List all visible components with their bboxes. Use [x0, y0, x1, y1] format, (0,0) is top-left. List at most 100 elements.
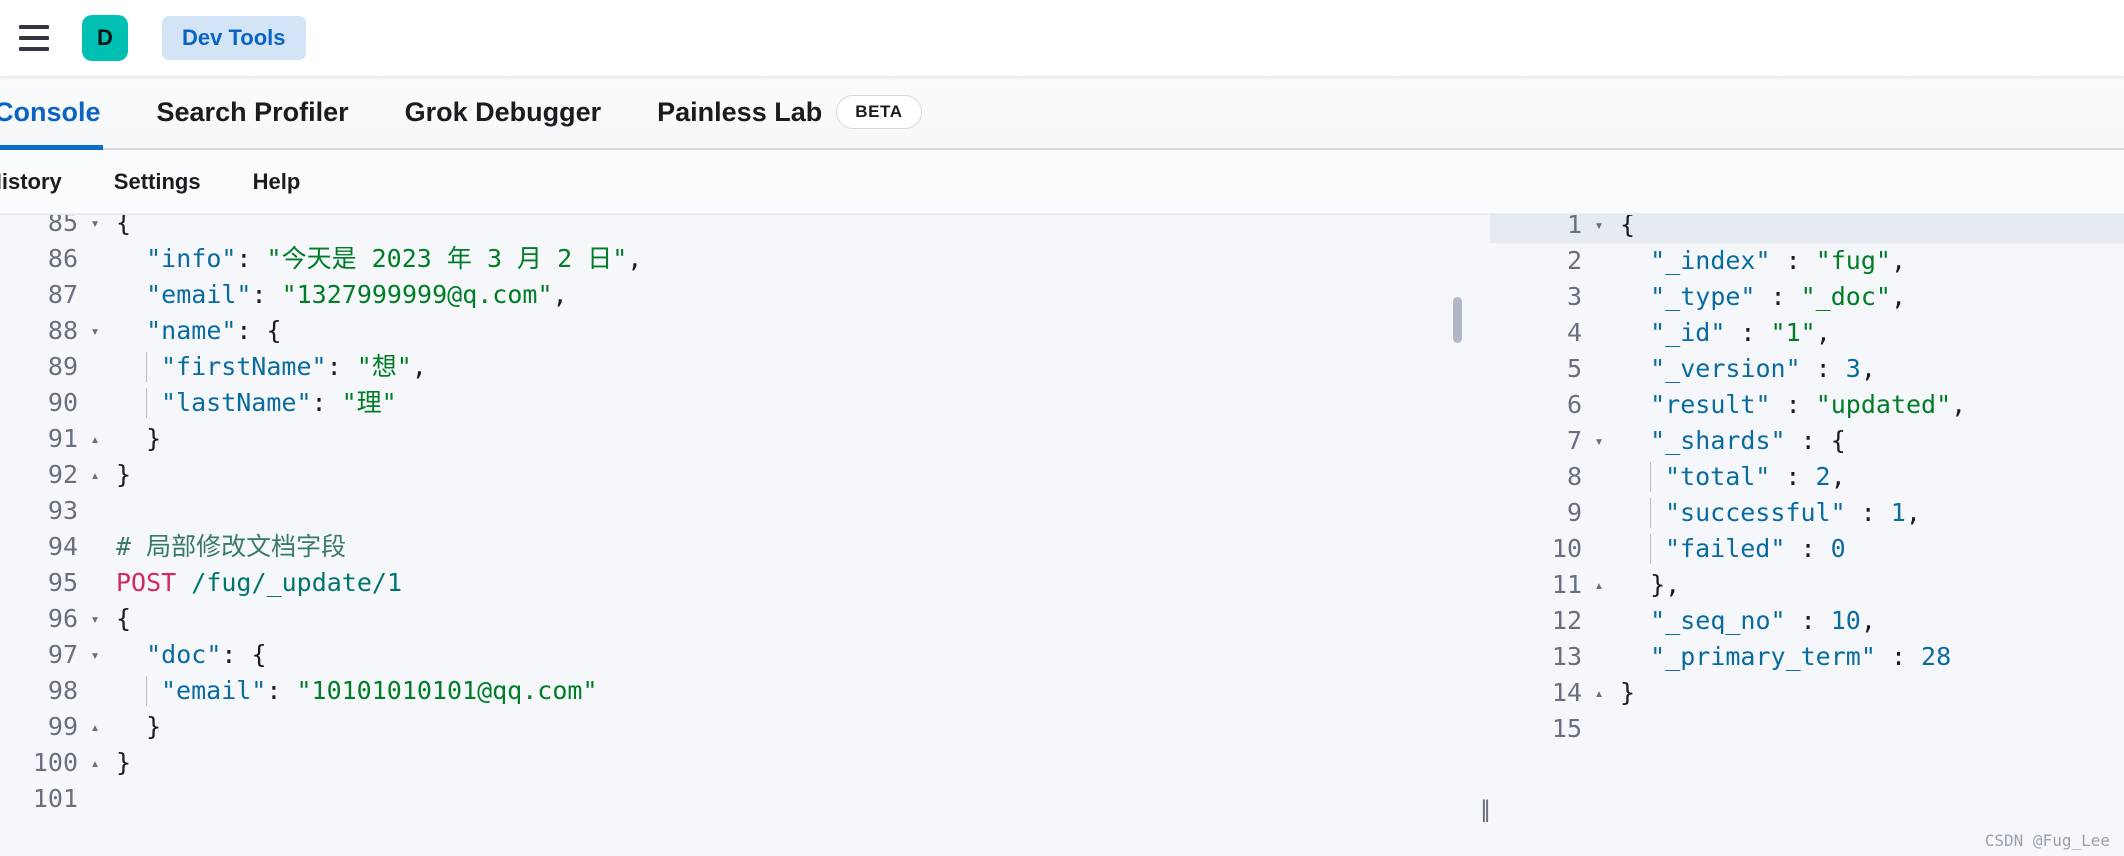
code-line[interactable]: 2 "_index" : "fug",	[1490, 243, 2124, 279]
line-number: 91	[47, 424, 78, 453]
code-line[interactable]: 6 "result" : "updated",	[1490, 387, 2124, 423]
request-scrollbar-thumb[interactable]	[1453, 297, 1462, 343]
code-text: "failed" : 0	[1610, 531, 1846, 567]
line-number: 85	[47, 215, 78, 237]
code-text: "_index" : "fug",	[1650, 246, 1907, 275]
code-line[interactable]: 88 ▾ "name": {	[0, 313, 1478, 349]
code-text: # 局部修改文档字段	[116, 532, 347, 561]
fold-toggle-icon[interactable]: ▾	[84, 637, 106, 673]
fold-toggle-icon[interactable]: ▴	[1588, 567, 1610, 603]
code-line[interactable]: 87 "email": "1327999999@q.com",	[0, 277, 1478, 313]
code-text: "lastName": "理"	[106, 385, 397, 421]
tab-search-profiler-label: Search Profiler	[156, 96, 349, 127]
code-line[interactable]: 8 "total" : 2,	[1490, 459, 2124, 495]
line-number: 3	[1566, 282, 1582, 311]
subnav-item-help[interactable]: Help	[227, 169, 327, 195]
tab-painless-lab-label: Painless Lab	[657, 96, 823, 127]
code-line[interactable]: 9 "successful" : 1,	[1490, 495, 2124, 531]
code-line[interactable]: 11 ▴ },	[1490, 567, 2124, 603]
code-line[interactable]: 1 ▾ {	[1490, 215, 2124, 243]
line-number: 4	[1566, 318, 1582, 347]
request-editor[interactable]: 85 ▾{86 "info": "今天是 2023 年 3 月 2 日", 87 "…	[0, 215, 1478, 856]
fold-toggle-icon[interactable]: ▴	[1588, 675, 1610, 711]
line-number: 2	[1566, 246, 1582, 275]
code-text: "email": "10101010101@qq.com"	[106, 673, 598, 709]
line-number: 97	[47, 640, 78, 669]
subnav-item-history[interactable]: History	[0, 169, 88, 195]
line-number: 90	[47, 388, 78, 417]
code-line[interactable]: 95 POST /fug/_update/1	[0, 565, 1478, 601]
fold-toggle-icon[interactable]: ▾	[1588, 423, 1610, 459]
line-number: 7	[1566, 426, 1582, 455]
tab-painless-lab[interactable]: Painless Lab BETA	[629, 76, 950, 148]
code-line[interactable]: 7 ▾ "_shards" : {	[1490, 423, 2124, 459]
code-text: }	[1620, 678, 1636, 707]
code-text: "_type" : "_doc",	[1650, 282, 1906, 311]
fold-toggle-icon[interactable]: ▾	[84, 215, 106, 241]
code-line[interactable]: 86 "info": "今天是 2023 年 3 月 2 日",	[0, 241, 1478, 277]
request-editor-lines: 85 ▾{86 "info": "今天是 2023 年 3 月 2 日", 87 "…	[0, 215, 1478, 817]
line-number: 6	[1566, 390, 1582, 419]
line-number: 95	[47, 568, 78, 597]
tab-grok-debugger[interactable]: Grok Debugger	[377, 76, 630, 148]
code-line[interactable]: 92 ▴}	[0, 457, 1478, 493]
fold-toggle-icon[interactable]: ▾	[84, 601, 106, 637]
code-line[interactable]: 12 "_seq_no" : 10,	[1490, 603, 2124, 639]
tab-console[interactable]: Console	[0, 76, 129, 150]
tab-search-profiler[interactable]: Search Profiler	[129, 76, 377, 148]
fold-toggle-icon[interactable]: ▴	[84, 421, 106, 457]
line-number: 15	[1551, 714, 1582, 743]
console-workspace: 85 ▾{86 "info": "今天是 2023 年 3 月 2 日", 87 "…	[0, 214, 2124, 856]
line-number: 101	[32, 784, 78, 813]
fold-toggle-icon[interactable]: ▴	[84, 745, 106, 781]
code-line[interactable]: 93	[0, 493, 1478, 529]
line-number: 13	[1551, 642, 1582, 671]
line-number: 10	[1551, 534, 1582, 563]
fold-toggle-icon[interactable]: ▾	[84, 313, 106, 349]
fold-toggle-icon[interactable]: ▾	[1588, 215, 1610, 243]
code-text: "result" : "updated",	[1650, 390, 1967, 419]
code-line[interactable]: 94 # 局部修改文档字段	[0, 529, 1478, 565]
code-line[interactable]: 91 ▴ }	[0, 421, 1478, 457]
dev-tools-console-page: D Dev Tools Console Search Profiler Grok…	[0, 0, 2124, 856]
code-text: POST /fug/_update/1	[116, 568, 402, 597]
line-number: 5	[1566, 354, 1582, 383]
line-number: 87	[47, 280, 78, 309]
code-line[interactable]: 101	[0, 781, 1478, 817]
code-line[interactable]: 99 ▴ }	[0, 709, 1478, 745]
line-number: 11	[1551, 570, 1582, 599]
code-line[interactable]: 15	[1490, 711, 2124, 747]
code-line[interactable]: 4 "_id" : "1",	[1490, 315, 2124, 351]
code-line[interactable]: 97 ▾ "doc": {	[0, 637, 1478, 673]
line-number: 100	[32, 748, 78, 777]
avatar[interactable]: D	[82, 15, 128, 61]
code-line[interactable]: 85 ▾ {	[0, 215, 1478, 241]
code-line[interactable]: 90 "lastName": "理"	[0, 385, 1478, 421]
hamburger-menu-icon[interactable]	[12, 16, 56, 60]
response-viewer[interactable]: 1 ▾{2 "_index" : "fug", 3 "_type" : "_doc"…	[1490, 215, 2124, 856]
line-number: 9	[1566, 498, 1582, 527]
code-line[interactable]: 96 ▾ {	[0, 601, 1478, 637]
code-text: {	[116, 604, 132, 633]
code-text: "email": "1327999999@q.com",	[146, 280, 568, 309]
code-line[interactable]: 3 "_type" : "_doc",	[1490, 279, 2124, 315]
code-line[interactable]: 5 "_version" : 3,	[1490, 351, 2124, 387]
fold-toggle-icon[interactable]: ▴	[84, 709, 106, 745]
tab-console-label: Console	[0, 96, 101, 127]
code-text: "info": "今天是 2023 年 3 月 2 日",	[146, 244, 643, 273]
code-text: },	[1620, 570, 1681, 599]
code-text: "_seq_no" : 10,	[1650, 606, 1876, 635]
fold-toggle-icon[interactable]: ▴	[84, 457, 106, 493]
line-number: 14	[1551, 678, 1582, 707]
line-number: 8	[1566, 462, 1582, 491]
code-line[interactable]: 10 "failed" : 0	[1490, 531, 2124, 567]
code-text: {	[116, 215, 132, 237]
code-line[interactable]: 98 "email": "10101010101@qq.com"	[0, 673, 1478, 709]
subnav-item-settings[interactable]: Settings	[88, 169, 227, 195]
code-line[interactable]: 13 "_primary_term" : 28	[1490, 639, 2124, 675]
code-line[interactable]: 14 ▴}	[1490, 675, 2124, 711]
code-line[interactable]: 100 ▴}	[0, 745, 1478, 781]
pane-resize-handle[interactable]: ||	[1478, 215, 1490, 856]
code-line[interactable]: 89 "firstName": "想",	[0, 349, 1478, 385]
dev-tools-button[interactable]: Dev Tools	[162, 16, 306, 60]
